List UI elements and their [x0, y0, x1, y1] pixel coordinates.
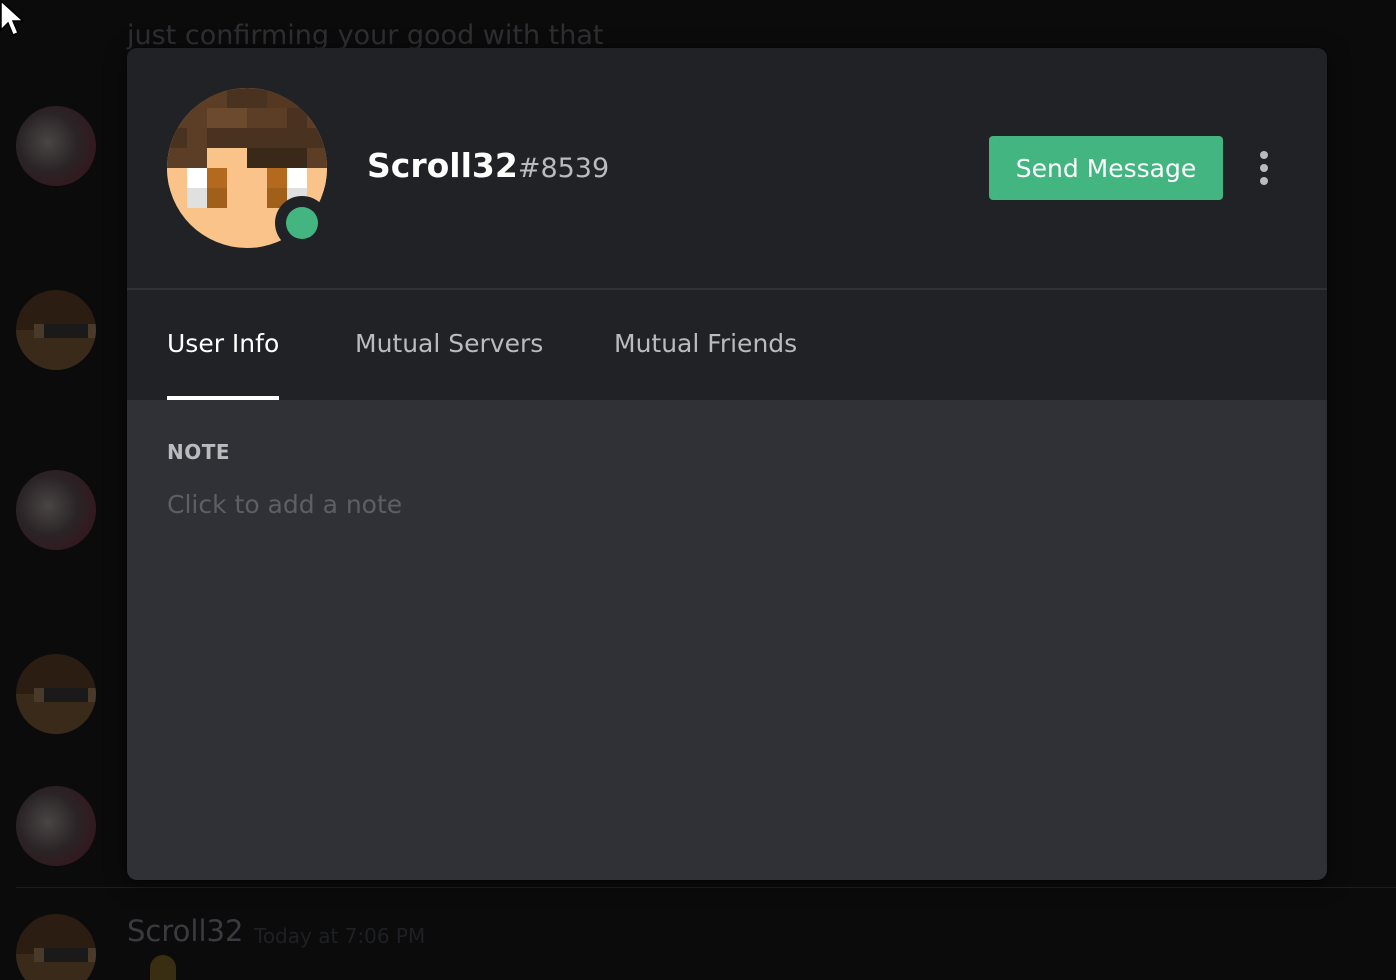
app-window: just confirming your good with that Scro…: [0, 0, 1396, 980]
tab-mutual-friends[interactable]: Mutual Friends: [614, 290, 797, 400]
profile-discriminator: #8539: [517, 153, 610, 184]
background-message-timestamp: Today at 7:06 PM: [254, 924, 426, 948]
profile-header: Scroll32#8539 Send Message User Info Mut…: [127, 48, 1327, 400]
profile-username: Scroll32: [367, 146, 518, 185]
background-avatar: [16, 786, 96, 866]
background-message-author: Scroll32: [127, 914, 244, 948]
send-message-button[interactable]: Send Message: [989, 136, 1223, 200]
tab-user-info[interactable]: User Info: [167, 290, 280, 400]
tab-mutual-servers[interactable]: Mutual Servers: [355, 290, 543, 400]
background-avatar: [16, 654, 96, 734]
note-label: NOTE: [167, 440, 231, 464]
background-chat-message: just confirming your good with that: [127, 20, 604, 51]
user-info-panel: NOTE: [127, 400, 1327, 880]
background-avatar: [16, 914, 96, 980]
background-avatar: [16, 290, 96, 370]
mouse-cursor-icon: [0, 0, 25, 36]
user-profile-modal: Scroll32#8539 Send Message User Info Mut…: [127, 48, 1327, 880]
background-emoji: [150, 955, 176, 980]
new-messages-divider: [16, 887, 1396, 888]
status-indicator: [275, 196, 329, 250]
profile-avatar[interactable]: [167, 88, 329, 250]
profile-name-tag: Scroll32#8539: [367, 146, 609, 185]
more-options-button[interactable]: [1249, 146, 1279, 190]
background-avatar: [16, 106, 96, 186]
background-avatar: [16, 470, 96, 550]
vertical-ellipsis-icon: [1260, 177, 1268, 185]
note-input[interactable]: [167, 484, 1287, 524]
online-status-icon: [286, 207, 318, 239]
vertical-ellipsis-icon: [1260, 164, 1268, 172]
vertical-ellipsis-icon: [1260, 151, 1268, 159]
